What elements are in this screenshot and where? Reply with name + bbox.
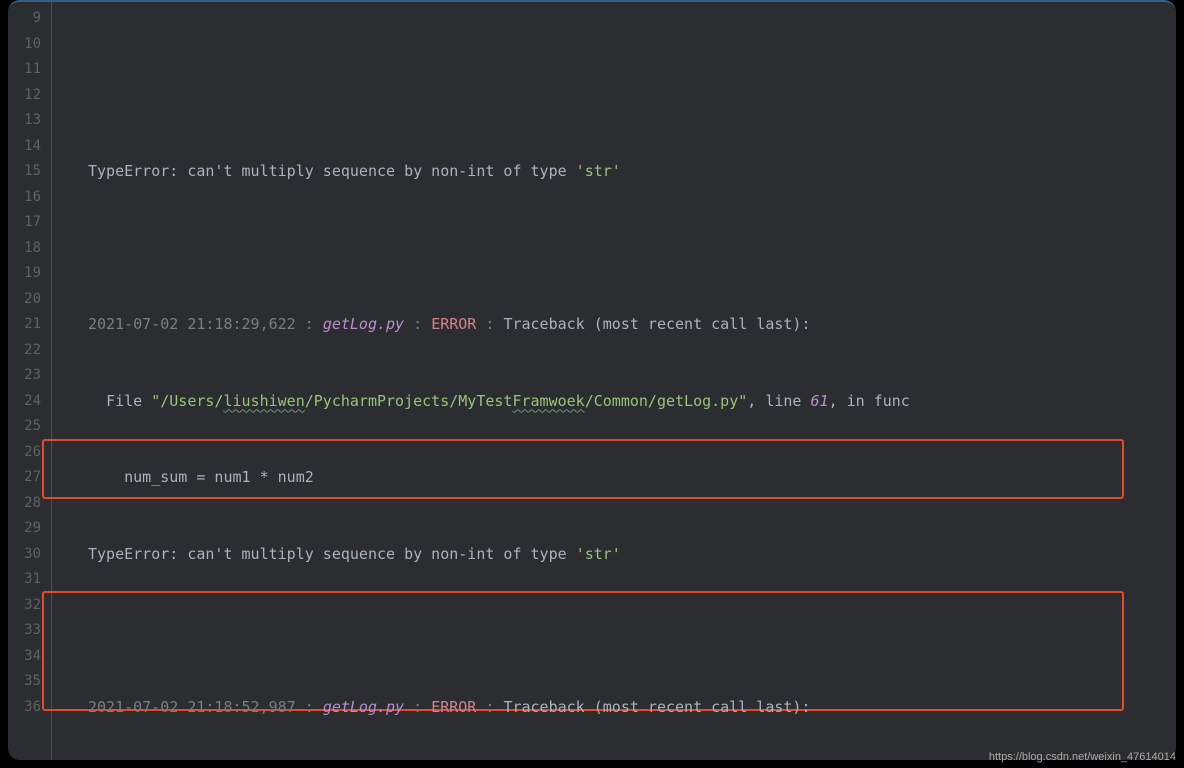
code-area[interactable]: TypeError: can't multiply sequence by no… [52, 2, 1176, 760]
line-number: 29 [8, 516, 51, 542]
line-number: 10 [8, 32, 51, 58]
editor-window: 9101112131415161718192021222324252627282… [8, 0, 1176, 760]
line-number: 35 [8, 669, 51, 695]
log-line: num_sum = num1 * num2 [88, 465, 1176, 491]
line-number: 24 [8, 389, 51, 415]
highlight-box-2 [42, 591, 1124, 711]
line-number: 33 [8, 618, 51, 644]
line-number: 18 [8, 236, 51, 262]
line-number: 17 [8, 210, 51, 236]
line-number: 16 [8, 185, 51, 211]
log-line: 2021-07-02 21:18:52,987 : getLog.py : ER… [88, 695, 1176, 721]
line-number: 31 [8, 567, 51, 593]
line-number: 12 [8, 83, 51, 109]
line-number: 36 [8, 695, 51, 721]
line-number: 11 [8, 57, 51, 83]
log-line: TypeError: can't multiply sequence by no… [88, 159, 1176, 185]
line-number: 15 [8, 159, 51, 185]
line-number: 30 [8, 542, 51, 568]
watermark: https://blog.csdn.net/weixin_47614014 [989, 751, 1176, 763]
line-number: 26 [8, 440, 51, 466]
line-number: 32 [8, 593, 51, 619]
line-number: 13 [8, 108, 51, 134]
log-line [88, 236, 1176, 262]
log-line: 2021-07-02 21:18:29,622 : getLog.py : ER… [88, 312, 1176, 338]
editor-pane[interactable]: 9101112131415161718192021222324252627282… [8, 2, 1176, 760]
log-line: TypeError: can't multiply sequence by no… [88, 542, 1176, 568]
line-gutter: 9101112131415161718192021222324252627282… [8, 2, 52, 760]
line-number: 19 [8, 261, 51, 287]
line-number: 25 [8, 414, 51, 440]
line-number: 20 [8, 287, 51, 313]
line-number: 14 [8, 134, 51, 160]
line-number: 27 [8, 465, 51, 491]
line-number: 21 [8, 312, 51, 338]
log-line: File "/Users/liushiwen/PycharmProjects/M… [88, 389, 1176, 415]
line-number: 23 [8, 363, 51, 389]
line-number: 9 [8, 6, 51, 32]
line-number: 22 [8, 338, 51, 364]
line-number: 34 [8, 644, 51, 670]
log-line [88, 618, 1176, 644]
line-number: 28 [8, 491, 51, 517]
